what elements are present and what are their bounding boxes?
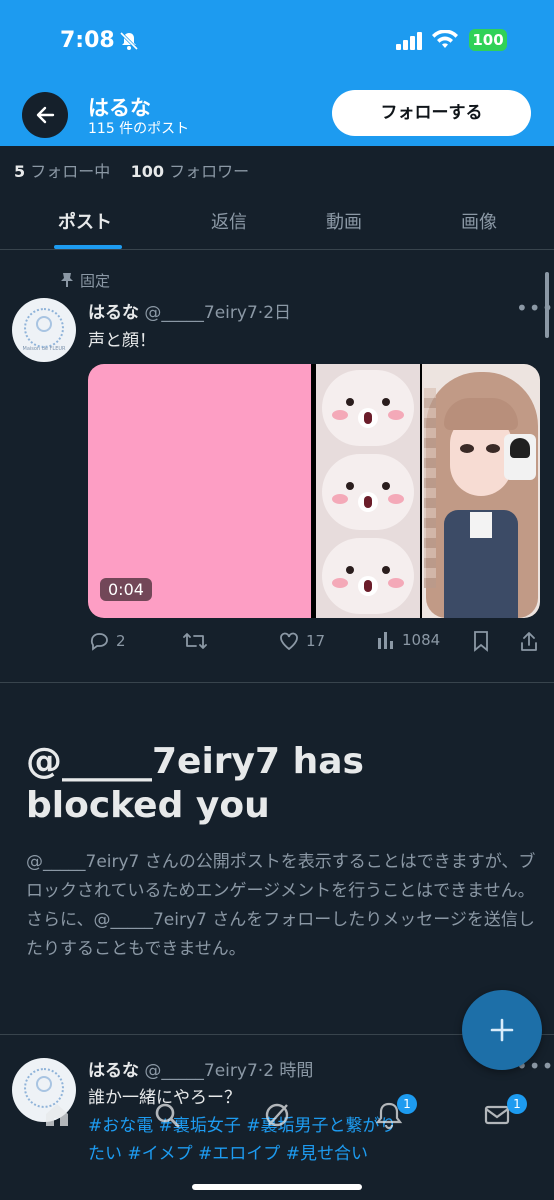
tweet-time[interactable]: 2 時間 bbox=[263, 1061, 313, 1081]
following-label: フォロー中 bbox=[30, 162, 111, 181]
share-icon bbox=[521, 632, 537, 651]
portrait-eye bbox=[460, 444, 474, 453]
followers-count: 100 bbox=[130, 162, 164, 181]
follow-button[interactable]: フォローする bbox=[332, 90, 531, 136]
following-count: 5 bbox=[14, 162, 26, 181]
silent-bell-icon bbox=[118, 30, 140, 56]
plus-icon bbox=[490, 1018, 514, 1042]
cellular-signal-icon bbox=[396, 32, 424, 54]
bear-blush bbox=[332, 410, 348, 420]
tweet-time[interactable]: 2日 bbox=[263, 303, 291, 323]
like-button[interactable]: 17 bbox=[278, 630, 325, 652]
tab-posts[interactable]: ポスト bbox=[40, 208, 130, 234]
share-button[interactable] bbox=[520, 630, 538, 652]
home-icon[interactable] bbox=[42, 1100, 72, 1134]
tab-replies[interactable]: 返信 bbox=[184, 208, 274, 234]
battery-indicator: 100 bbox=[469, 29, 507, 51]
compose-post-button[interactable] bbox=[462, 990, 542, 1070]
back-button[interactable] bbox=[22, 92, 68, 138]
portrait-collar bbox=[470, 512, 492, 538]
tweet-header: はるな @_____7eiry7·2日 bbox=[88, 298, 291, 323]
active-tab-indicator bbox=[54, 245, 122, 249]
followers-label: フォロワー bbox=[169, 162, 250, 181]
following-link[interactable]: 5 フォロー中 bbox=[14, 162, 110, 181]
tweet-author-name[interactable]: はるな bbox=[88, 303, 139, 323]
views-button[interactable]: 1084 bbox=[376, 630, 440, 650]
blocked-title: @_____7eiry7 has blocked you bbox=[26, 741, 364, 826]
search-icon[interactable] bbox=[152, 1100, 182, 1134]
profile-top-bar: はるな 115 件のポスト フォローする bbox=[0, 88, 554, 140]
bear-nose bbox=[358, 492, 378, 512]
tweet-text: 声と顔！ bbox=[88, 331, 156, 351]
view-count: 1084 bbox=[402, 631, 441, 649]
retweet-button[interactable] bbox=[182, 630, 208, 652]
grok-icon[interactable] bbox=[262, 1100, 292, 1134]
bear-eye bbox=[346, 566, 354, 574]
bottom-navigation: 1 1 bbox=[0, 1090, 554, 1150]
reply-button[interactable]: 2 bbox=[88, 630, 126, 652]
avatar-ornament bbox=[36, 316, 52, 332]
bear-eye bbox=[382, 398, 390, 406]
bookmark-icon bbox=[474, 631, 488, 652]
status-time: 7:08 bbox=[60, 28, 115, 53]
follow-stats: 5 フォロー中 100 フォロワー bbox=[14, 158, 249, 182]
tweet-author-name[interactable]: はるな bbox=[88, 1061, 139, 1081]
bear-face bbox=[322, 370, 414, 446]
tab-images[interactable]: 画像 bbox=[434, 208, 524, 234]
pin-icon bbox=[61, 273, 73, 287]
tweet-video[interactable]: 0:04 bbox=[88, 364, 540, 618]
tab-videos[interactable]: 動画 bbox=[299, 208, 389, 234]
heart-icon bbox=[280, 632, 298, 651]
like-count: 17 bbox=[306, 632, 326, 650]
avatar[interactable]: Maison de FLEUR bbox=[12, 298, 76, 362]
video-duration: 0:04 bbox=[100, 578, 152, 601]
post-count: 115 件のポスト bbox=[88, 121, 190, 137]
bear-blush bbox=[332, 578, 348, 588]
pinned-label: 固定 bbox=[80, 272, 111, 290]
status-bar: 7:08 100 bbox=[0, 24, 554, 64]
bookmark-button[interactable] bbox=[472, 630, 490, 652]
arrow-left-icon bbox=[36, 106, 55, 124]
pinned-indicator: 固定 bbox=[60, 270, 110, 291]
avatar-caption: Maison de FLEUR bbox=[22, 346, 66, 352]
portrait-eye bbox=[486, 444, 500, 453]
video-bear-frames bbox=[316, 364, 420, 618]
bear-blush bbox=[332, 494, 348, 504]
wifi-icon bbox=[432, 29, 458, 54]
portrait-bangs bbox=[444, 398, 518, 430]
tweet-handle[interactable]: @_____7eiry7 bbox=[144, 1061, 257, 1081]
home-indicator[interactable] bbox=[192, 1184, 362, 1190]
bear-nose bbox=[358, 576, 378, 596]
bear-eye bbox=[346, 482, 354, 490]
divider bbox=[0, 682, 554, 683]
bear-eye bbox=[382, 482, 390, 490]
reply-icon bbox=[90, 633, 108, 651]
messages-badge: 1 bbox=[507, 1094, 527, 1114]
portrait-pixelation bbox=[424, 388, 436, 588]
tweet-handle[interactable]: @_____7eiry7 bbox=[144, 303, 257, 323]
bear-face bbox=[322, 538, 414, 614]
profile-tabs: ポスト 返信 動画 画像 bbox=[0, 196, 554, 250]
bear-eye bbox=[382, 566, 390, 574]
retweet-icon bbox=[183, 633, 207, 649]
bear-blush bbox=[388, 494, 404, 504]
bear-face bbox=[322, 454, 414, 530]
notifications-badge: 1 bbox=[397, 1094, 417, 1114]
views-chart-icon bbox=[378, 632, 393, 649]
bear-eye bbox=[346, 398, 354, 406]
tweet-header: はるな @_____7eiry7·2 時間 bbox=[88, 1056, 313, 1081]
reply-count: 2 bbox=[116, 632, 126, 650]
scrollbar[interactable] bbox=[545, 272, 549, 338]
bear-nose bbox=[358, 408, 378, 428]
bear-blush bbox=[388, 410, 404, 420]
blocked-description: @_____7eiry7 さんの公開ポストを表示することはできますが、ブロックさ… bbox=[26, 852, 536, 959]
portrait-sticker bbox=[504, 434, 536, 480]
followers-link[interactable]: 100 フォロワー bbox=[131, 162, 250, 181]
bear-blush bbox=[388, 578, 404, 588]
video-portrait-frame bbox=[422, 364, 540, 618]
